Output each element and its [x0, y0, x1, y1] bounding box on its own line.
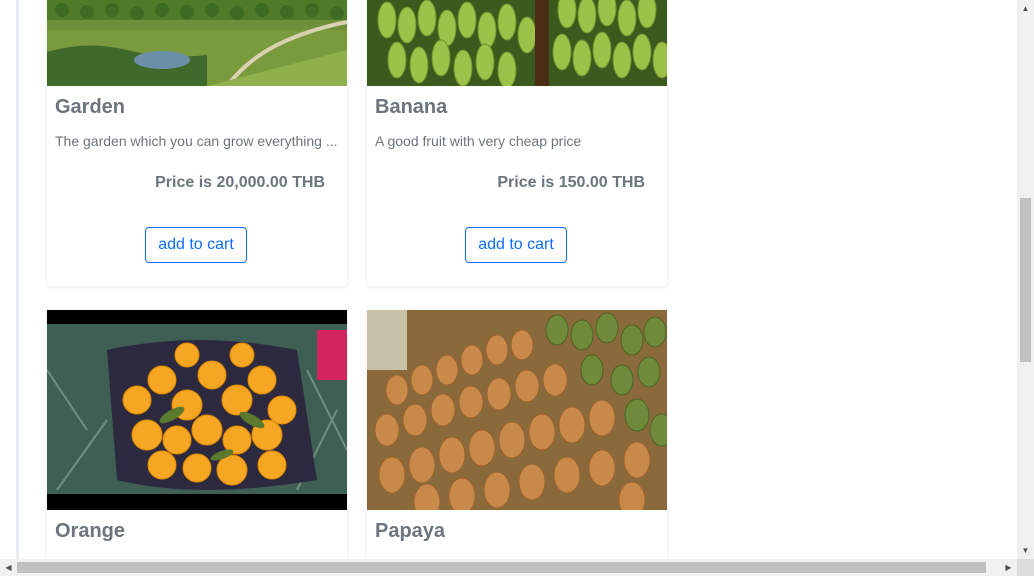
product-card-papaya: Papaya	[367, 310, 667, 570]
product-title: Papaya	[375, 520, 446, 542]
horizontal-scrollbar-thumb[interactable]	[17, 562, 986, 573]
banana-image	[367, 0, 667, 86]
page-left-border	[16, 0, 19, 560]
product-description: A good fruit with very cheap price	[375, 133, 582, 149]
product-price: Price is 20,000.00 THB	[155, 174, 325, 191]
product-card-banana: Banana A good fruit with very cheap pric…	[367, 0, 667, 286]
product-price: Price is 150.00 THB	[497, 174, 645, 191]
scrollbar-corner	[1017, 559, 1034, 576]
papaya-image	[367, 310, 667, 510]
product-card-orange: Orange	[47, 310, 347, 570]
vertical-scrollbar-thumb[interactable]	[1020, 198, 1031, 362]
vertical-scrollbar[interactable]: ▲ ▼	[1017, 0, 1034, 559]
add-to-cart-button[interactable]: add to cart	[465, 227, 567, 263]
product-description: The garden which you can grow everything…	[55, 133, 338, 149]
scroll-right-arrow-icon[interactable]: ▶	[1000, 559, 1017, 576]
orange-image	[47, 310, 347, 510]
horizontal-scrollbar[interactable]: ◀ ▶	[0, 559, 1017, 576]
product-title: Garden	[55, 96, 126, 118]
product-card-garden: Garden The garden which you can grow eve…	[47, 0, 347, 286]
product-title: Banana	[375, 96, 448, 118]
garden-image	[47, 0, 347, 86]
scroll-down-arrow-icon[interactable]: ▼	[1017, 542, 1034, 559]
scroll-up-arrow-icon[interactable]: ▲	[1017, 0, 1034, 17]
scroll-left-arrow-icon[interactable]: ◀	[0, 559, 17, 576]
add-to-cart-button[interactable]: add to cart	[145, 227, 247, 263]
product-title: Orange	[55, 520, 126, 542]
